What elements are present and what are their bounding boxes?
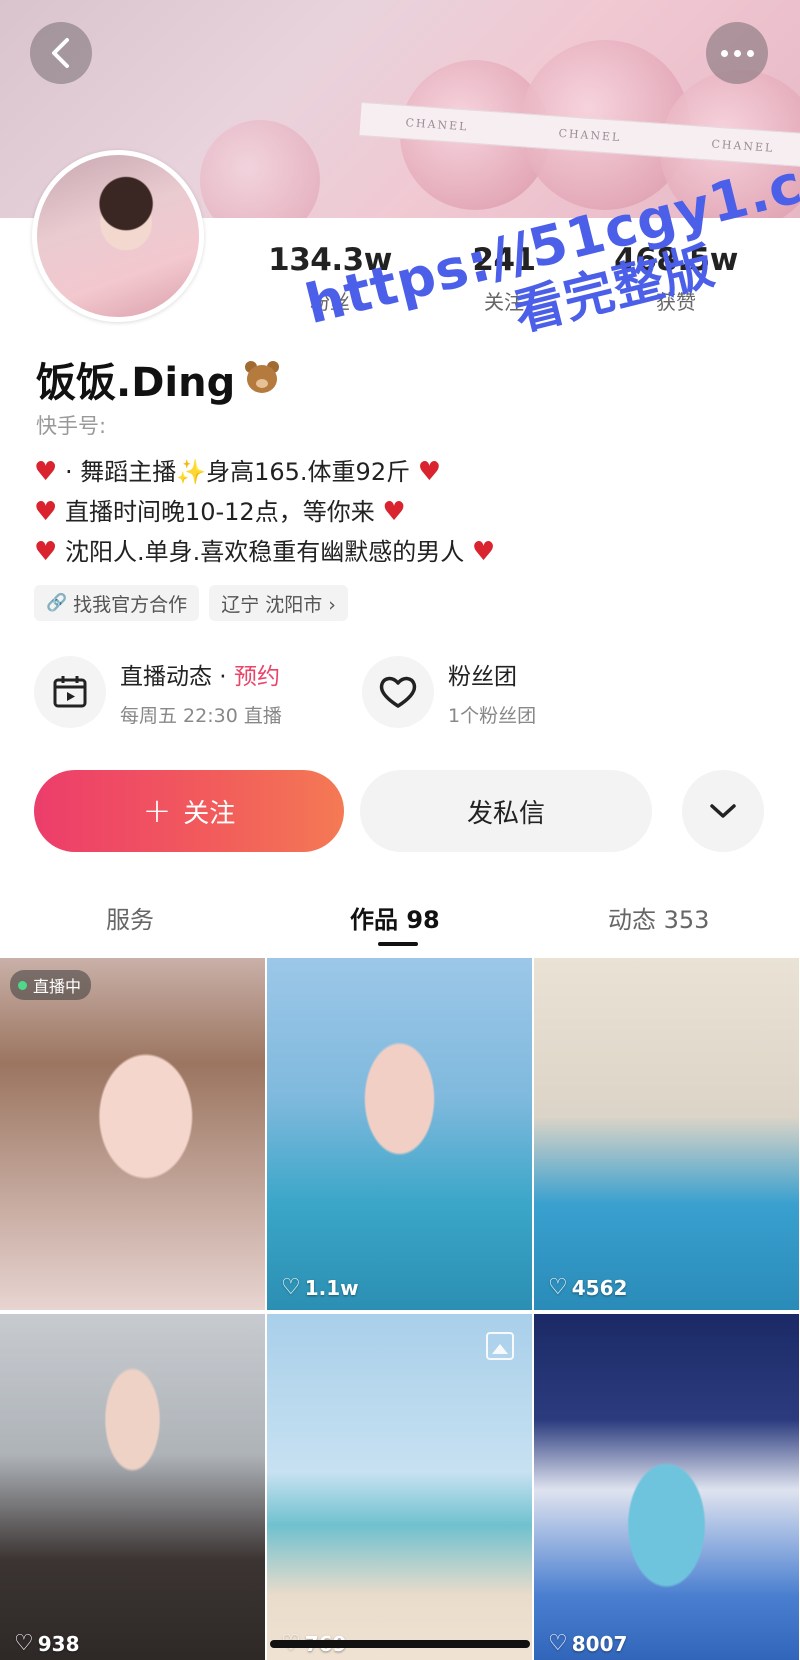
like-count: ♡ 8007 (548, 1631, 627, 1656)
like-count-text: 938 (37, 1631, 80, 1656)
live-dot-icon (18, 980, 27, 990)
ribbon-text: CHANEL (711, 137, 775, 155)
content-tabs: 服务 作品 98 动态 353 (0, 882, 800, 952)
bio-line: ♥ 沈阳人.单身.喜欢稳重有幽默感的男人 ♥ (34, 532, 495, 572)
card-title: 直播动态 · 预约 (120, 657, 282, 691)
work-thumbnail[interactable]: ♡ 4562 (534, 958, 799, 1310)
heart-icon: ♥ (382, 497, 406, 527)
heart-icon: ♥ (34, 537, 58, 567)
like-count: ♡ 1.1w (281, 1275, 359, 1300)
like-count-text: 8007 (571, 1631, 628, 1656)
heart-outline-icon (362, 656, 434, 728)
sparkle-icon: ✨ (176, 458, 207, 486)
card-title: 粉丝团 (448, 663, 517, 690)
feature-cards: 直播动态 · 预约 每周五 22:30 直播 粉丝团 1个粉丝团 (34, 656, 774, 736)
message-button[interactable]: 发私信 (360, 770, 652, 852)
profile-bio: ♥ · 舞蹈主播✨身高165.体重92斤 ♥ ♥ 直播时间晚10-12点，等你来… (34, 452, 495, 572)
ribbon-text: CHANEL (558, 126, 622, 144)
like-count: ♡ 938 (14, 1631, 79, 1656)
profile-actions: + 关注 发私信 (34, 770, 764, 852)
teddy-bear-icon (239, 359, 283, 399)
more-dot (746, 49, 754, 57)
more-dot (733, 49, 741, 57)
back-button[interactable] (30, 22, 92, 84)
heart-outline-icon: ♡ (548, 1275, 568, 1300)
heart-icon: ♥ (34, 457, 58, 487)
chevron-down-icon (710, 804, 736, 818)
heart-outline-icon: ♡ (548, 1631, 568, 1656)
like-count-text: 1.1w (304, 1275, 359, 1300)
card-subtitle: 每周五 22:30 直播 (120, 704, 282, 727)
like-count-text: 4562 (571, 1275, 628, 1300)
profile-name-text: 饭饭.Ding (36, 360, 236, 406)
heart-icon: ♥ (417, 457, 442, 487)
follow-button[interactable]: + 关注 (34, 770, 344, 852)
tab-moments[interactable]: 动态 353 (608, 900, 709, 935)
work-thumbnail[interactable]: ♡ 938 (0, 1314, 265, 1660)
work-thumbnail[interactable]: ♡ 8007 (534, 1314, 799, 1660)
live-badge-label: 直播中 (33, 977, 82, 996)
heart-icon: ♥ (34, 497, 58, 527)
bio-text: · 舞蹈主播 (64, 458, 177, 486)
tag-label: 辽宁 沈阳市 › (221, 593, 336, 616)
home-indicator[interactable] (270, 1640, 530, 1648)
bio-text: 直播时间晚10-12点，等你来 (64, 498, 375, 526)
heart-icon: ♥ (471, 537, 496, 567)
more-options-button[interactable] (706, 22, 768, 84)
bio-text: 沈阳人.单身.喜欢稳重有幽默感的男人 (64, 538, 465, 566)
link-icon: 🔗 (46, 593, 68, 613)
calendar-play-icon (34, 656, 106, 728)
chevron-left-icon (52, 38, 69, 68)
live-title: 直播动态 · (120, 663, 234, 690)
active-tab-indicator (378, 942, 418, 946)
profile-tags: 🔗 找我官方合作 辽宁 沈阳市 › (34, 585, 358, 621)
profile-name: 饭饭.Ding (36, 350, 283, 408)
live-schedule-card[interactable]: 直播动态 · 预约 每周五 22:30 直播 (34, 656, 282, 728)
bio-line: ♥ 直播时间晚10-12点，等你来 ♥ (34, 492, 495, 532)
like-count: ♡ 4562 (548, 1275, 627, 1300)
kuaishou-id: 快手号: (36, 410, 106, 440)
kuaishou-id-label: 快手号: (36, 414, 107, 438)
heart-outline-icon: ♡ (14, 1631, 34, 1656)
tag-label: 找我官方合作 (73, 593, 188, 616)
tab-works[interactable]: 作品 98 (350, 900, 440, 935)
location-tag[interactable]: 辽宁 沈阳市 › (209, 585, 348, 621)
tab-services[interactable]: 服务 (106, 900, 154, 935)
business-cooperation-tag[interactable]: 🔗 找我官方合作 (34, 585, 200, 621)
more-dot (720, 49, 728, 57)
message-label: 发私信 (466, 798, 545, 829)
follow-label: 关注 (183, 798, 236, 829)
bio-line: ♥ · 舞蹈主播✨身高165.体重92斤 ♥ (34, 452, 495, 492)
reserve-link[interactable]: 预约 (234, 664, 280, 690)
card-subtitle: 1个粉丝团 (448, 704, 537, 727)
heart-outline-icon: ♡ (281, 1275, 301, 1300)
live-badge: 直播中 (10, 970, 92, 1000)
more-actions-button[interactable] (682, 770, 764, 852)
work-thumbnail[interactable]: 直播中 (0, 958, 265, 1310)
work-thumbnail[interactable]: ♡769 (267, 1314, 532, 1660)
works-grid: 直播中 ♡1.1w ♡4562 ♡938 ♡769 ♡8007 (0, 958, 800, 1660)
bio-text: 身高165.体重92斤 (206, 458, 411, 486)
plus-icon: + (142, 791, 172, 831)
photo-icon (486, 1332, 514, 1360)
work-thumbnail[interactable]: ♡ 1.1w (267, 958, 532, 1310)
ribbon-text: CHANEL (405, 115, 469, 133)
fan-club-card[interactable]: 粉丝团 1个粉丝团 (362, 656, 536, 728)
